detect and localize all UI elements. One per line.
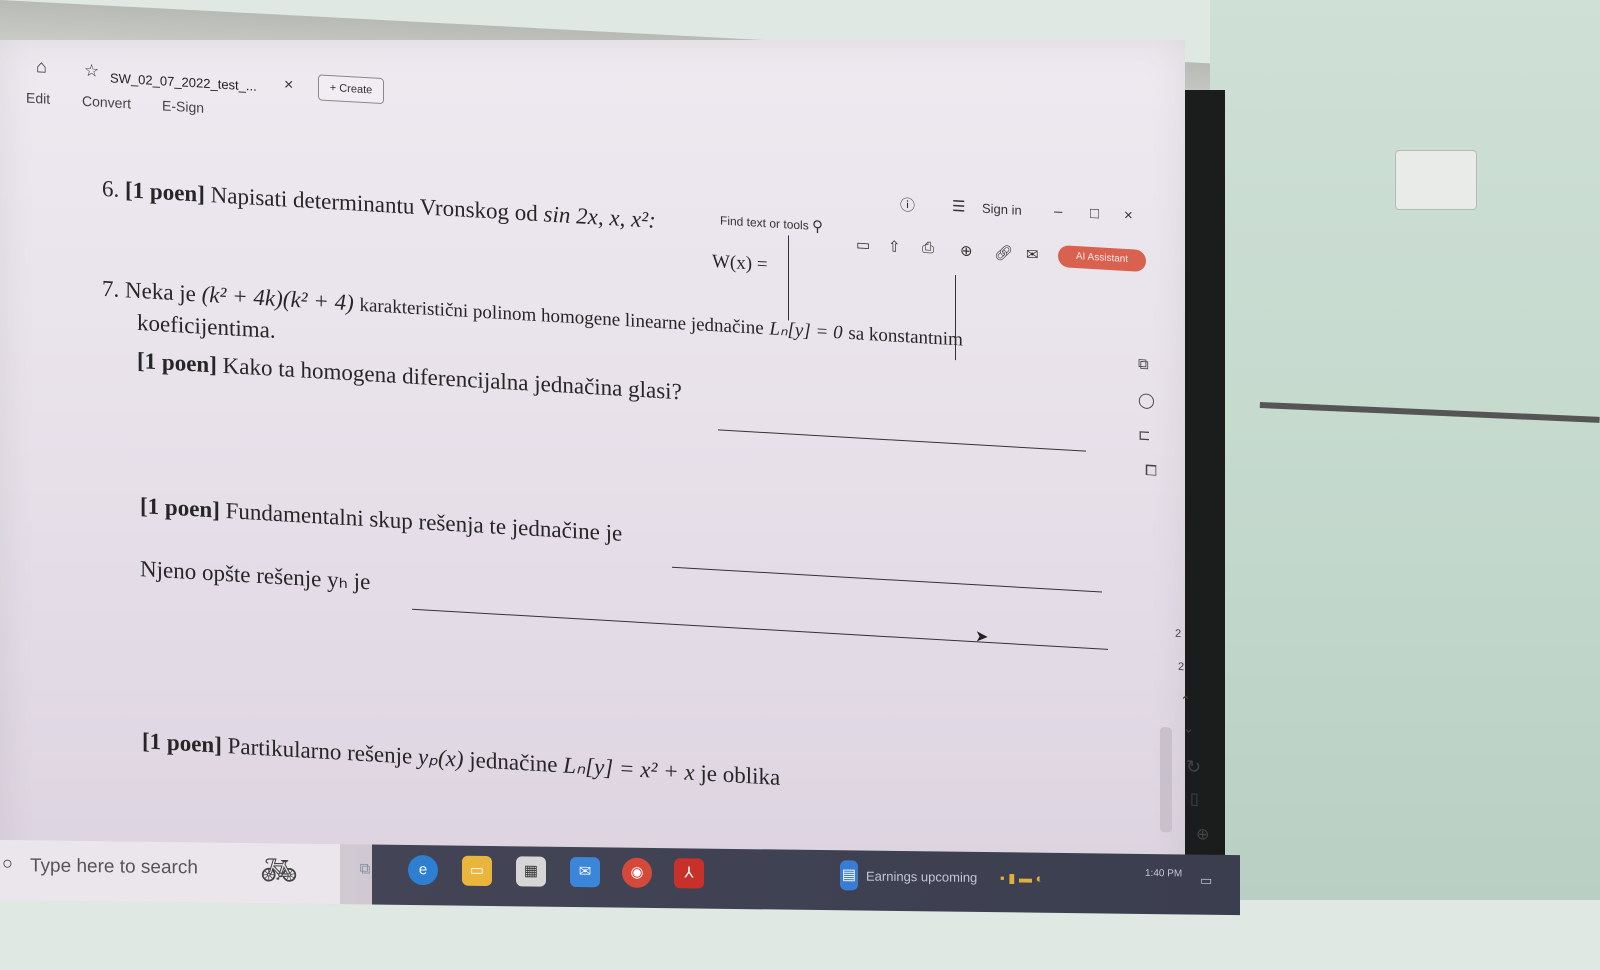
equation: Lₙ[y] = x² + x bbox=[563, 752, 695, 786]
mouse-cursor: ➤ bbox=[975, 628, 989, 646]
equation: Lₙ[y] = 0 bbox=[769, 318, 843, 344]
question-7-line2: koeficijentima. bbox=[137, 309, 276, 343]
part-a: [1 poen] Kako ta homogena diferencijalna… bbox=[137, 348, 682, 405]
question-text: Napisati determinantu Vronskog od bbox=[210, 182, 538, 227]
question-6: 6. [1 poen] Napisati determinantu Vronsk… bbox=[102, 176, 656, 234]
tray-icons[interactable]: ▪ ▮ ▬ ◐ bbox=[1000, 870, 1043, 887]
projector-mount bbox=[1395, 150, 1477, 210]
scrollbar[interactable] bbox=[1160, 726, 1172, 833]
acrobat-icon[interactable]: ⅄ bbox=[674, 858, 704, 889]
part-b-text: Fundamentalni skup rešenja te jednačine … bbox=[225, 498, 623, 546]
store-icon[interactable]: ▦ bbox=[516, 856, 546, 887]
question-number: 7. bbox=[102, 275, 120, 302]
task-view-icon[interactable]: ⧉ bbox=[350, 854, 380, 884]
notification-icon[interactable]: ▭ bbox=[1200, 873, 1212, 889]
chevron-up-icon[interactable]: ⌃ bbox=[1180, 693, 1191, 710]
points-label: [1 poen] bbox=[137, 347, 217, 378]
particular-solution: yₚ(x) bbox=[417, 744, 464, 772]
news-icon[interactable]: ▤ bbox=[840, 860, 858, 891]
clock[interactable]: 1:40 PM bbox=[1145, 868, 1182, 879]
part-c: Njeno opšte rešenje yₕ je bbox=[140, 556, 370, 595]
question-tail: sa konstantnim bbox=[848, 322, 963, 351]
chrome-icon[interactable]: ◉ bbox=[622, 857, 652, 888]
answer-line-a[interactable] bbox=[718, 429, 1086, 452]
question-text: Neka je bbox=[125, 277, 196, 307]
page-indicator: 2 bbox=[1178, 660, 1185, 674]
zoom-in-icon[interactable]: ⊕ bbox=[1196, 824, 1209, 845]
part-b: [1 poen] Fundamentalni skup rešenja te j… bbox=[140, 493, 622, 547]
question-number: 6. bbox=[102, 175, 120, 202]
part-d-tail: je oblika bbox=[700, 760, 781, 790]
file-explorer-icon[interactable]: ▭ bbox=[462, 855, 492, 887]
page-indicator: 2 bbox=[1175, 627, 1182, 641]
refresh-icon[interactable]: ↻ bbox=[1186, 756, 1201, 778]
taskbar-search[interactable]: ○ Type here to search 🚲︎ bbox=[0, 840, 340, 905]
chevron-down-icon[interactable]: ⌄ bbox=[1183, 720, 1194, 737]
part-d-text-mid: jednačine bbox=[469, 747, 558, 778]
points-label: [1 poen] bbox=[125, 177, 205, 207]
points-label: [1 poen] bbox=[142, 728, 222, 758]
determinant-bar-left bbox=[788, 235, 789, 321]
mail-icon[interactable]: ✉ bbox=[570, 856, 600, 888]
bicycle-icon: 🚲︎ bbox=[260, 854, 299, 888]
part-d-text: Partikularno rešenje bbox=[227, 733, 413, 769]
app-window: ⌂ ☆ SW_02_07_2022_test_... × + Create Ed… bbox=[0, 40, 1213, 968]
search-icon: ○ bbox=[2, 853, 13, 874]
question-text-rest: karakteristični polinom homogene linearn… bbox=[359, 294, 764, 340]
part-c-text: Njeno opšte rešenje yₕ je bbox=[140, 556, 371, 595]
weather-widget[interactable]: Earnings upcoming bbox=[866, 869, 977, 885]
characteristic-polynomial: (k² + 4k)(k² + 4) bbox=[201, 281, 354, 316]
document-page: 6. [1 poen] Napisati determinantu Vronsk… bbox=[0, 40, 1185, 968]
page-icon[interactable]: ▯ bbox=[1190, 789, 1199, 810]
functions: sin 2x, x, x²: bbox=[543, 201, 656, 233]
wall bbox=[1210, 0, 1600, 900]
answer-line-c[interactable] bbox=[412, 608, 1108, 650]
search-placeholder: Type here to search bbox=[30, 855, 198, 879]
part-a-text: Kako ta homogena diferencijalna jednačin… bbox=[222, 352, 682, 405]
points-label: [1 poen] bbox=[140, 493, 220, 523]
edge-icon[interactable]: e bbox=[408, 854, 438, 886]
wronskian-label: W(x) = bbox=[712, 251, 768, 276]
answer-line-b[interactable] bbox=[672, 566, 1102, 593]
projected-screen: ⌂ ☆ SW_02_07_2022_test_... × + Create Ed… bbox=[0, 40, 1213, 900]
part-d: [1 poen] Partikularno rešenje yₚ(x) jedn… bbox=[142, 728, 780, 791]
